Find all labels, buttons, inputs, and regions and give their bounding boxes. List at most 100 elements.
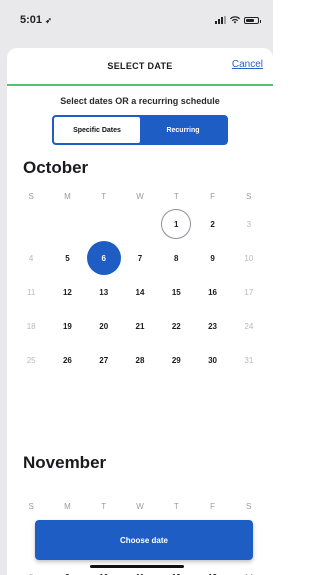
day-cell[interactable]: 5 (49, 241, 85, 275)
day-cell[interactable]: 23 (194, 309, 230, 343)
day-cell[interactable]: 11 (13, 275, 49, 309)
signal-icon (215, 16, 226, 24)
empty-day-cell (86, 207, 122, 241)
day-number: 3 (246, 219, 252, 229)
weekday-label: F (210, 502, 215, 511)
empty-day-cell (49, 207, 85, 241)
specific-dates-tab[interactable]: Specific Dates (54, 117, 140, 143)
sheet-header: SELECT DATE Cancel (7, 48, 273, 86)
day-cell[interactable]: 30 (194, 343, 230, 377)
day-cell[interactable]: 21 (122, 309, 158, 343)
weekday-header: S M T W T F S (7, 192, 273, 201)
day-cell[interactable]: 10 (231, 241, 267, 275)
day-cell[interactable]: 16 (194, 275, 230, 309)
date-picker-sheet: SELECT DATE Cancel Select dates OR a rec… (7, 48, 273, 575)
day-number: 19 (62, 321, 72, 331)
day-number: 29 (171, 355, 181, 365)
day-cell[interactable]: 25 (13, 343, 49, 377)
day-number: 26 (62, 355, 72, 365)
sheet-title: SELECT DATE (107, 61, 173, 71)
weekday-label: S (246, 502, 252, 511)
day-cell[interactable]: 26 (49, 343, 85, 377)
weekday-label: W (136, 502, 144, 511)
status-time: 5:01 ➶ (20, 14, 52, 26)
month-title-november: November (23, 453, 107, 472)
day-cell[interactable]: 18 (13, 309, 49, 343)
day-number: 15 (171, 287, 181, 297)
day-number: 28 (135, 355, 145, 365)
home-indicator (90, 565, 184, 568)
status-bar: 5:01 ➶ (0, 0, 273, 40)
month-title-october: October (23, 158, 89, 177)
day-number: 9 (210, 253, 215, 263)
status-icons (215, 16, 261, 24)
weekday-label: W (136, 192, 144, 201)
day-cell[interactable]: 24 (231, 309, 267, 343)
day-number: 7 (137, 253, 143, 263)
weekday-label: M (64, 502, 71, 511)
day-cell[interactable]: 31 (231, 343, 267, 377)
day-cell[interactable]: 14 (122, 275, 158, 309)
weekday-label: M (64, 192, 71, 201)
weekday-label: T (173, 192, 179, 201)
weekday-label: F (210, 192, 215, 201)
day-number: 22 (171, 321, 181, 331)
day-number: 31 (244, 355, 254, 365)
day-number: 4 (28, 253, 34, 263)
october-day-grid: 1 2 3 4 5 6 7 8 9 10 11 12 13 14 15 16 1… (7, 207, 273, 377)
day-cell[interactable]: 7 (122, 241, 158, 275)
day-number: 6 (86, 241, 121, 275)
day-cell[interactable]: 17 (231, 275, 267, 309)
day-cell[interactable]: 15 (158, 275, 194, 309)
day-number: 12 (62, 287, 72, 297)
day-cell[interactable]: 27 (86, 343, 122, 377)
day-cell[interactable]: 28 (122, 343, 158, 377)
battery-icon (244, 16, 261, 24)
day-number: 30 (208, 355, 218, 365)
day-cell[interactable]: 2 (194, 207, 230, 241)
day-number: 5 (65, 253, 70, 263)
weekday-label: T (173, 502, 179, 511)
location-arrow-icon: ➶ (45, 16, 52, 25)
day-cell-today[interactable]: 1 (158, 207, 194, 241)
day-number: 17 (244, 287, 254, 297)
choose-date-button[interactable]: Choose date (35, 520, 253, 560)
day-number: 14 (135, 287, 145, 297)
day-cell[interactable]: 20 (86, 309, 122, 343)
day-number: 1 (161, 209, 192, 239)
mode-toggle: Specific Dates Recurring (52, 115, 228, 145)
empty-day-cell (13, 207, 49, 241)
day-number: 27 (99, 355, 109, 365)
day-number: 23 (208, 321, 218, 331)
day-cell[interactable]: 29 (158, 343, 194, 377)
day-number: 18 (26, 321, 36, 331)
day-number: 11 (26, 287, 36, 297)
recurring-tab[interactable]: Recurring (140, 117, 226, 143)
weekday-label: T (101, 502, 107, 511)
day-number: 2 (210, 219, 215, 229)
clock-text: 5:01 (20, 14, 43, 26)
day-cell[interactable]: 19 (49, 309, 85, 343)
day-cell[interactable]: 9 (194, 241, 230, 275)
day-cell-selected[interactable]: 6 (86, 241, 122, 275)
weekday-label: S (28, 192, 34, 201)
day-cell[interactable]: 3 (231, 207, 267, 241)
day-number: 25 (26, 355, 36, 365)
weekday-label: T (101, 192, 107, 201)
weekday-label: S (28, 502, 34, 511)
day-number: 16 (208, 287, 218, 297)
day-cell[interactable]: 4 (13, 241, 49, 275)
day-cell[interactable]: 22 (158, 309, 194, 343)
day-cell[interactable]: 8 (158, 241, 194, 275)
weekday-header: S M T W T F S (7, 502, 273, 511)
cancel-button[interactable]: Cancel (232, 59, 263, 70)
instruction-text: Select dates OR a recurring schedule (60, 96, 220, 106)
day-cell[interactable]: 12 (49, 275, 85, 309)
weekday-label: S (246, 192, 252, 201)
day-number: 10 (244, 253, 254, 263)
day-number: 21 (135, 321, 145, 331)
day-cell[interactable]: 13 (86, 275, 122, 309)
day-number: 13 (99, 287, 109, 297)
day-number: 8 (174, 253, 179, 263)
day-number: 20 (99, 321, 109, 331)
